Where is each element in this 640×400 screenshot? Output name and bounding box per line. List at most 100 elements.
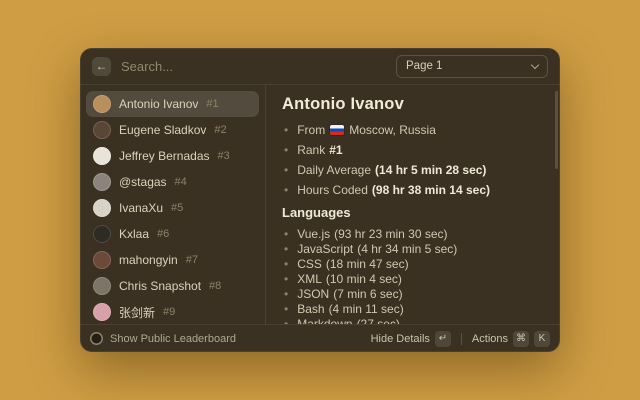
- footer-actions: Hide Details ↵ Actions ⌘ K: [371, 331, 550, 347]
- bullet-icon: •: [284, 227, 288, 241]
- user-name: IvanaXu: [119, 201, 163, 215]
- user-name: Eugene Sladkov: [119, 123, 206, 137]
- avatar: [93, 303, 111, 321]
- page-dropdown-value: Page 1: [406, 60, 442, 72]
- bullet-icon: •: [284, 272, 288, 286]
- user-rank: #8: [209, 280, 221, 292]
- bullet-icon: •: [284, 317, 288, 324]
- language-time: (4 min 11 sec): [329, 302, 404, 316]
- avatar: [93, 251, 111, 269]
- list-item[interactable]: IvanaXu #5: [86, 195, 259, 221]
- bullet-icon: •: [284, 302, 288, 316]
- stat-value: (14 hr 5 min 28 sec): [375, 163, 486, 177]
- user-name: Kxlaa: [119, 227, 149, 241]
- stat-row: • From Moscow, Russia: [282, 123, 546, 137]
- list-item[interactable]: Eugene Sladkov #2: [86, 117, 259, 143]
- bullet-icon: •: [284, 183, 288, 197]
- cmd-key-icon: ⌘: [513, 331, 529, 347]
- avatar: [93, 199, 111, 217]
- scrollbar[interactable]: [555, 91, 558, 169]
- list-item[interactable]: Chris Snapshot #8: [86, 273, 259, 299]
- stats-list: • From Moscow, Russia • Rank #1 • Daily …: [282, 123, 546, 197]
- list-item[interactable]: Antonio Ivanov #1: [86, 91, 259, 117]
- hide-details-button[interactable]: Hide Details ↵: [371, 331, 451, 347]
- enter-key-icon: ↵: [435, 331, 451, 347]
- language-row: • Bash (4 min 11 sec): [282, 302, 546, 316]
- language-name: JavaScript: [297, 242, 353, 256]
- actions-button[interactable]: Actions ⌘ K: [472, 331, 550, 347]
- bullet-icon: •: [284, 123, 288, 137]
- language-time: (93 hr 23 min 30 sec): [334, 227, 447, 241]
- leaderboard-list: Antonio Ivanov #1 Eugene Sladkov #2 Jeff…: [80, 85, 266, 324]
- language-row: • JSON (7 min 6 sec): [282, 287, 546, 301]
- stat-row: • Rank #1: [282, 143, 546, 157]
- language-time: (4 hr 34 min 5 sec): [357, 242, 457, 256]
- footer-command-label: Show Public Leaderboard: [110, 333, 236, 345]
- bullet-icon: •: [284, 143, 288, 157]
- content: Antonio Ivanov #1 Eugene Sladkov #2 Jeff…: [80, 85, 560, 324]
- stat-value: #1: [329, 143, 342, 157]
- list-item[interactable]: Kxlaa #6: [86, 221, 259, 247]
- languages-list: • Vue.js (93 hr 23 min 30 sec) • JavaScr…: [282, 227, 546, 324]
- language-name: JSON: [297, 287, 329, 301]
- language-row: • JavaScript (4 hr 34 min 5 sec): [282, 242, 546, 256]
- language-name: XML: [297, 272, 322, 286]
- avatar: [93, 225, 111, 243]
- avatar: [93, 95, 111, 113]
- avatar: [93, 121, 111, 139]
- language-time: (27 sec): [357, 317, 400, 324]
- user-name: Jeffrey Bernadas: [119, 149, 210, 163]
- list-item[interactable]: 张剑新 #9: [86, 299, 259, 324]
- search-input[interactable]: [121, 59, 386, 74]
- bullet-icon: •: [284, 287, 288, 301]
- list-item[interactable]: Jeffrey Bernadas #3: [86, 143, 259, 169]
- language-row: • Markdown (27 sec): [282, 317, 546, 324]
- languages-heading: Languages: [282, 205, 546, 220]
- user-rank: #9: [163, 306, 175, 318]
- avatar: [93, 277, 111, 295]
- bullet-icon: •: [284, 163, 288, 177]
- detail-panel: Antonio Ivanov • From Moscow, Russia • R…: [266, 85, 560, 324]
- bullet-icon: •: [284, 257, 288, 271]
- avatar: [93, 173, 111, 191]
- language-row: • XML (10 min 4 sec): [282, 272, 546, 286]
- stat-value: (98 hr 38 min 14 sec): [372, 183, 490, 197]
- back-button[interactable]: ←: [92, 57, 111, 76]
- raycast-window: ← Page 1 Antonio Ivanov #1 Eugene Sladko…: [80, 48, 560, 352]
- russia-flag-icon: [330, 125, 344, 135]
- stat-label: Daily Average: [297, 163, 371, 177]
- user-rank: #2: [214, 124, 226, 136]
- stat-row: • Hours Coded (98 hr 38 min 14 sec): [282, 183, 546, 197]
- stat-row: • Daily Average (14 hr 5 min 28 sec): [282, 163, 546, 177]
- user-name: 张剑新: [119, 304, 155, 321]
- list-item[interactable]: @stagas #4: [86, 169, 259, 195]
- stat-label: Rank: [297, 143, 325, 157]
- user-rank: #1: [206, 98, 218, 110]
- user-rank: #6: [157, 228, 169, 240]
- actions-label: Actions: [472, 333, 508, 345]
- detail-title: Antonio Ivanov: [282, 95, 546, 114]
- footer-divider: [461, 333, 462, 345]
- language-row: • CSS (18 min 47 sec): [282, 257, 546, 271]
- hide-details-label: Hide Details: [371, 333, 430, 345]
- user-rank: #7: [186, 254, 198, 266]
- language-time: (10 min 4 sec): [326, 272, 402, 286]
- footer: Show Public Leaderboard Hide Details ↵ A…: [80, 324, 560, 352]
- user-rank: #3: [218, 150, 230, 162]
- stat-label: From: [297, 123, 325, 137]
- language-name: Vue.js: [297, 227, 330, 241]
- user-name: mahongyin: [119, 253, 178, 267]
- bullet-icon: •: [284, 242, 288, 256]
- list-item[interactable]: mahongyin #7: [86, 247, 259, 273]
- language-name: Bash: [297, 302, 324, 316]
- leaderboard-extension-icon: [90, 332, 103, 345]
- page-dropdown[interactable]: Page 1: [396, 55, 548, 78]
- user-rank: #4: [175, 176, 187, 188]
- user-rank: #5: [171, 202, 183, 214]
- stat-label: Hours Coded: [297, 183, 368, 197]
- k-key-icon: K: [534, 331, 550, 347]
- language-name: Markdown: [297, 317, 352, 324]
- chevron-down-icon: [531, 60, 539, 68]
- language-time: (7 min 6 sec): [333, 287, 402, 301]
- language-row: • Vue.js (93 hr 23 min 30 sec): [282, 227, 546, 241]
